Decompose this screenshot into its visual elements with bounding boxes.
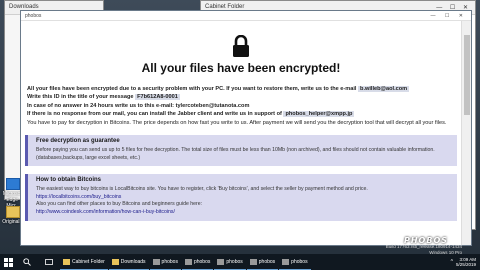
- taskbar-item-cabinet-folder[interactable]: Cabinet Folder: [60, 254, 108, 270]
- taskbar-item-phobos-1[interactable]: phobos: [149, 254, 181, 270]
- folder-icon: [111, 258, 119, 265]
- ransom-window-scrollbar[interactable]: [461, 21, 471, 245]
- taskbar-item-label: phobos: [161, 258, 178, 265]
- victim-id[interactable]: F7b612A8-0001: [135, 94, 180, 101]
- message-line-payment: You have to pay for decryption in Bitcoi…: [27, 119, 447, 126]
- lock-icon: [233, 35, 249, 57]
- section-text: Before paying you can send us up to 5 fi…: [36, 147, 435, 161]
- free-decryption-section: Free decryption as guarantee Before payi…: [25, 135, 457, 167]
- system-tray: ^ 3:09 AM 5/25/2019: [451, 257, 480, 268]
- taskbar-item-phobos-3[interactable]: phobos: [214, 254, 246, 270]
- taskbar-item-phobos-2[interactable]: phobos: [181, 254, 214, 270]
- message-line-jabber: If there is no response from our mail, y…: [27, 110, 461, 118]
- ransom-note-body: All your files have been encrypted! All …: [21, 21, 461, 245]
- build-text: Build 17763.rs5_release.180914-1434: [385, 244, 462, 249]
- section-text: The easiest way to buy bitcoins is Local…: [36, 186, 368, 193]
- ransom-note-window[interactable]: phobos — ☐ ✕ All your files have been en…: [20, 10, 472, 246]
- taskbar-item-label: phobos: [291, 258, 308, 265]
- taskbar-item-label: phobos: [226, 258, 243, 265]
- taskbar-item-phobos-4[interactable]: phobos: [246, 254, 279, 270]
- taskbar-item-label: phobos: [258, 258, 276, 265]
- message-line-backup-email: In case of no answer in 24 hours write u…: [27, 102, 250, 109]
- chevron-up-icon[interactable]: ^: [451, 259, 453, 265]
- ransom-window-titlebar[interactable]: phobos — ☐ ✕: [21, 11, 471, 21]
- taskbar: Cabinet Folder Downloads phobos phobos p…: [0, 254, 480, 270]
- ransom-heading: All your files have been encrypted!: [141, 61, 341, 75]
- task-view-button[interactable]: [38, 254, 60, 270]
- ransom-message: All your files have been encrypted due t…: [27, 85, 461, 127]
- search-icon: [23, 258, 31, 266]
- obtain-bitcoins-section: How to obtain Bitcoins The easiest way t…: [25, 174, 457, 221]
- jabber-contact[interactable]: phobos_helper@xmpp.jp: [283, 111, 355, 118]
- folder-icon: [63, 258, 70, 265]
- start-button[interactable]: [0, 254, 16, 270]
- app-icon: [184, 258, 192, 265]
- app-icon: [152, 258, 160, 265]
- message-text: All your files have been encrypted due t…: [27, 86, 357, 92]
- message-line-id: Write this ID in the title of your messa…: [27, 93, 461, 101]
- search-button[interactable]: [16, 254, 38, 270]
- clock-date: 5/25/2019: [455, 262, 476, 267]
- taskbar-item-downloads[interactable]: Downloads: [108, 254, 149, 270]
- folder-icon: [6, 206, 20, 218]
- app-icon: [282, 258, 290, 265]
- taskbar-item-phobos-5[interactable]: phobos: [279, 254, 311, 270]
- message-line-email: All your files have been encrypted due t…: [27, 85, 461, 93]
- section-text: Also you can find other places to buy Bi…: [36, 201, 203, 208]
- window-controls[interactable]: — ☐ ✕: [431, 13, 467, 19]
- taskbar-item-label: phobos: [193, 258, 211, 265]
- edge-icon: [6, 178, 20, 190]
- taskbar-clock[interactable]: 3:09 AM 5/25/2019: [456, 257, 476, 268]
- message-text: If there is no response from our mail, y…: [27, 111, 282, 118]
- ransom-window-title: phobos: [25, 13, 42, 19]
- taskbar-item-label: Downloads: [120, 258, 146, 265]
- scrollbar-thumb[interactable]: [464, 35, 470, 115]
- task-view-icon: [45, 259, 53, 265]
- taskbar-item-label: Cabinet Folder: [72, 258, 105, 265]
- localbitcoins-link[interactable]: https://localbitcoins.com/buy_bitcoins: [36, 194, 452, 202]
- contact-email[interactable]: b.willeb@aol.com: [358, 86, 410, 92]
- section-title: Free decryption as guarantee: [36, 138, 120, 145]
- section-title: How to obtain Bitcoins: [36, 177, 101, 184]
- app-icon: [249, 258, 257, 265]
- app-icon: [217, 258, 225, 265]
- message-text: Write this ID in the title of your messa…: [27, 94, 134, 101]
- windows-logo-icon: [3, 257, 13, 267]
- coindesk-link[interactable]: http://www.coindesk.com/information/how-…: [36, 209, 452, 217]
